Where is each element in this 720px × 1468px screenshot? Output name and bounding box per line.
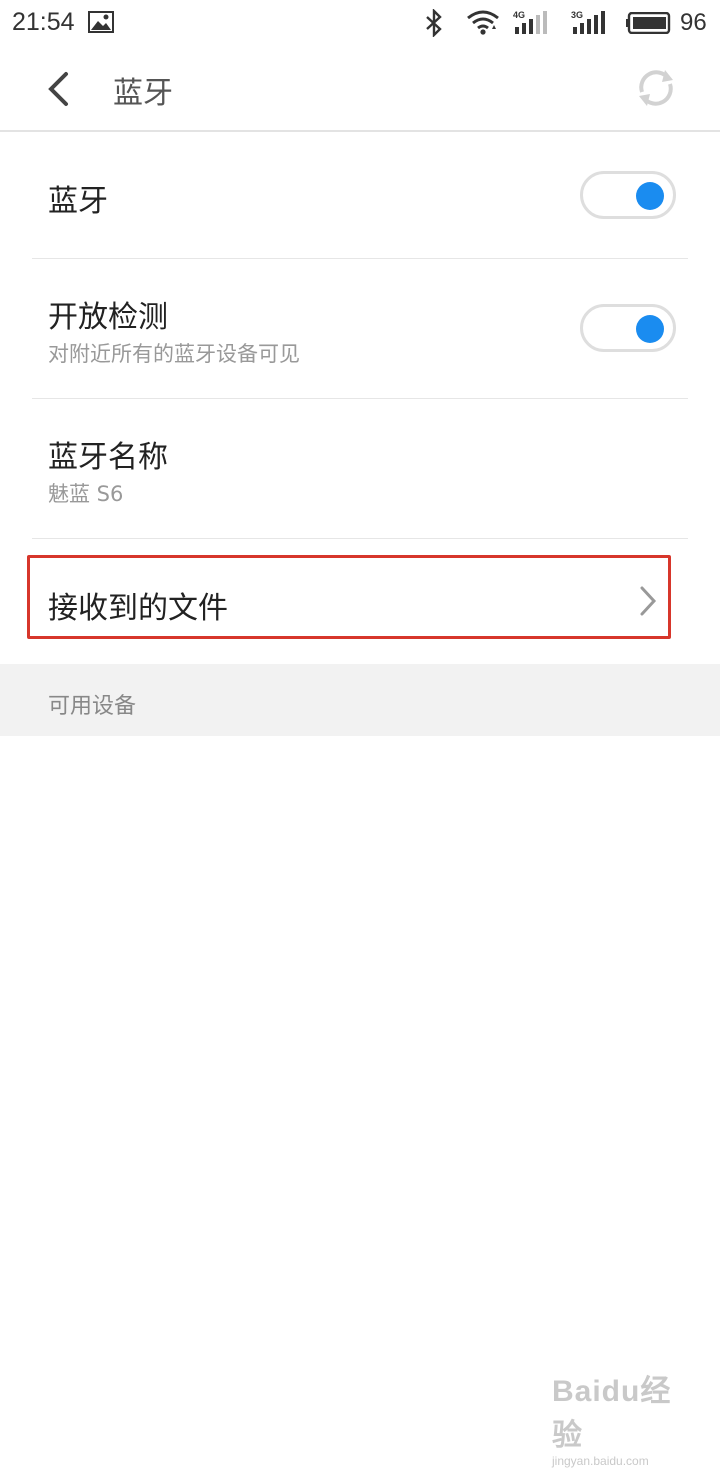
discoverable-toggle-row[interactable]: 开放检测 对附近所有的蓝牙设备可见 xyxy=(0,259,720,398)
back-arrow-icon xyxy=(48,72,68,106)
toolbar: 蓝牙 xyxy=(0,48,720,132)
refresh-icon xyxy=(639,70,673,106)
status-time: 21:54 xyxy=(12,8,75,36)
highlight-box xyxy=(27,555,671,639)
battery-percent: 96 xyxy=(680,9,707,36)
chevron-right-icon xyxy=(636,584,660,622)
signal-4g-label: 4G xyxy=(513,10,525,20)
wifi-icon xyxy=(466,9,500,41)
section-label: 可用设备 xyxy=(48,694,137,719)
status-bar: 21:54 4G 3G 96 xyxy=(0,0,720,48)
bluetooth-name-value: 魅蓝 S6 xyxy=(48,482,124,506)
back-button[interactable] xyxy=(30,64,86,114)
discoverable-label: 开放检测 xyxy=(48,300,168,335)
signal-3g-label: 3G xyxy=(571,10,583,20)
discoverable-description: 对附近所有的蓝牙设备可见 xyxy=(48,342,300,366)
bluetooth-name-row[interactable]: 蓝牙名称 魅蓝 S6 xyxy=(0,399,720,538)
watermark-url: jingyan.baidu.com xyxy=(552,1454,649,1468)
available-devices-header: 可用设备 xyxy=(0,664,720,736)
page-title: 蓝牙 xyxy=(113,76,173,111)
watermark: Baidu经验 jingyan.baidu.com xyxy=(552,1366,692,1468)
switch-knob xyxy=(636,315,664,343)
bluetooth-switch[interactable] xyxy=(580,171,676,219)
bluetooth-name-label: 蓝牙名称 xyxy=(48,440,168,475)
image-notification-icon xyxy=(88,11,114,37)
bluetooth-icon xyxy=(424,8,444,41)
signal-4g-icon: 4G xyxy=(512,9,554,41)
refresh-button[interactable] xyxy=(632,64,680,112)
watermark-logo: Baidu经验 xyxy=(552,1375,672,1452)
bluetooth-label: 蓝牙 xyxy=(48,184,108,219)
battery-icon xyxy=(626,11,672,38)
discoverable-switch[interactable] xyxy=(580,304,676,352)
signal-3g-icon: 3G xyxy=(570,9,612,41)
switch-knob xyxy=(636,182,664,210)
bluetooth-toggle-row[interactable]: 蓝牙 xyxy=(0,132,720,258)
